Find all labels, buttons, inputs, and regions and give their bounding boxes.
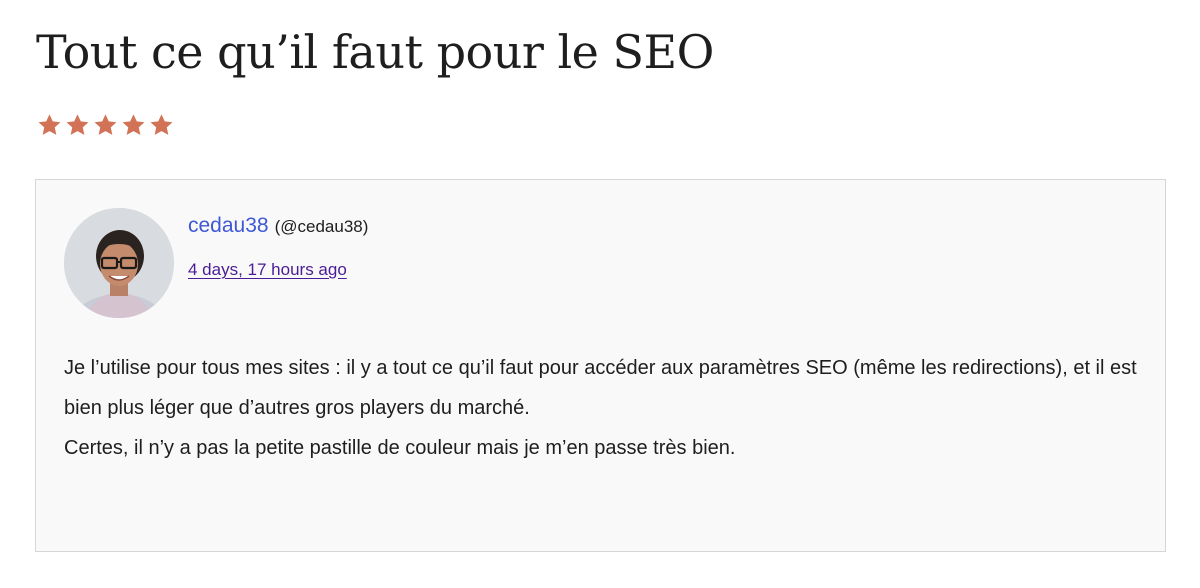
star-icon	[150, 114, 173, 135]
star-icon	[94, 114, 117, 135]
review-paragraph: Je l’utilise pour tous mes sites : il y …	[64, 357, 1137, 419]
author-handle: (@cedau38)	[274, 217, 369, 236]
review-title: Tout ce qu’il faut pour le SEO	[36, 25, 714, 79]
star-icon	[122, 114, 145, 135]
review-card: cedau38 (@cedau38) 4 days, 17 hours ago J…	[35, 179, 1166, 552]
star-icon	[66, 114, 89, 135]
review-body: Je l’utilise pour tous mes sites : il y …	[64, 348, 1139, 468]
review-date-link[interactable]: 4 days, 17 hours ago	[188, 260, 347, 280]
avatar-image	[64, 208, 174, 318]
review-paragraph: Certes, il n’y a pas la petite pastille …	[64, 437, 736, 459]
star-icon	[38, 114, 61, 135]
author-name-link[interactable]: cedau38	[188, 214, 269, 237]
star-rating	[36, 108, 175, 142]
avatar[interactable]	[64, 208, 174, 318]
review-page: Tout ce qu’il faut pour le SEO cedau38 (@…	[0, 0, 1200, 588]
review-author: cedau38 (@cedau38)	[188, 214, 368, 238]
